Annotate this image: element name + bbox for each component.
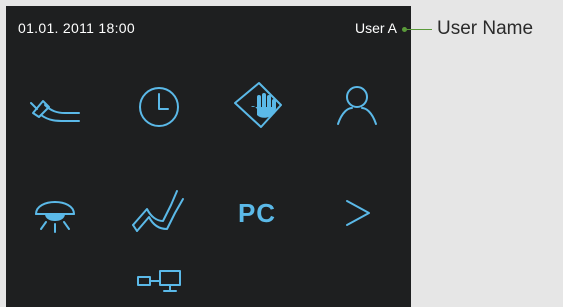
network-connection-icon (137, 270, 181, 292)
handpiece-button[interactable] (24, 76, 86, 138)
operating-light-icon (35, 201, 75, 233)
clock-icon (139, 87, 179, 127)
pc-button[interactable]: PC (226, 182, 288, 244)
touch-screen-hand-icon (234, 82, 282, 128)
control-panel-display: 01.01. 2011 18:00 User A PC (6, 6, 411, 307)
pc-label: PC (237, 197, 277, 228)
operating-light-button[interactable] (24, 182, 86, 244)
next-arrow-icon (346, 200, 370, 226)
callout-label-user-name: User Name (437, 18, 534, 39)
dental-chair-icon (132, 190, 184, 232)
user-profile-button[interactable] (326, 76, 388, 138)
touch-disable-button[interactable] (226, 74, 288, 136)
user-profile-icon (337, 86, 377, 125)
chair-position-button[interactable] (126, 180, 188, 242)
callout-leader-line (404, 29, 432, 30)
date-time: 01.01. 2011 18:00 (18, 20, 135, 36)
timer-button[interactable] (128, 76, 190, 138)
user-name[interactable]: User A (355, 20, 397, 36)
handpiece-icon (30, 100, 80, 122)
next-page-button[interactable] (326, 182, 388, 244)
network-button[interactable] (130, 262, 192, 302)
